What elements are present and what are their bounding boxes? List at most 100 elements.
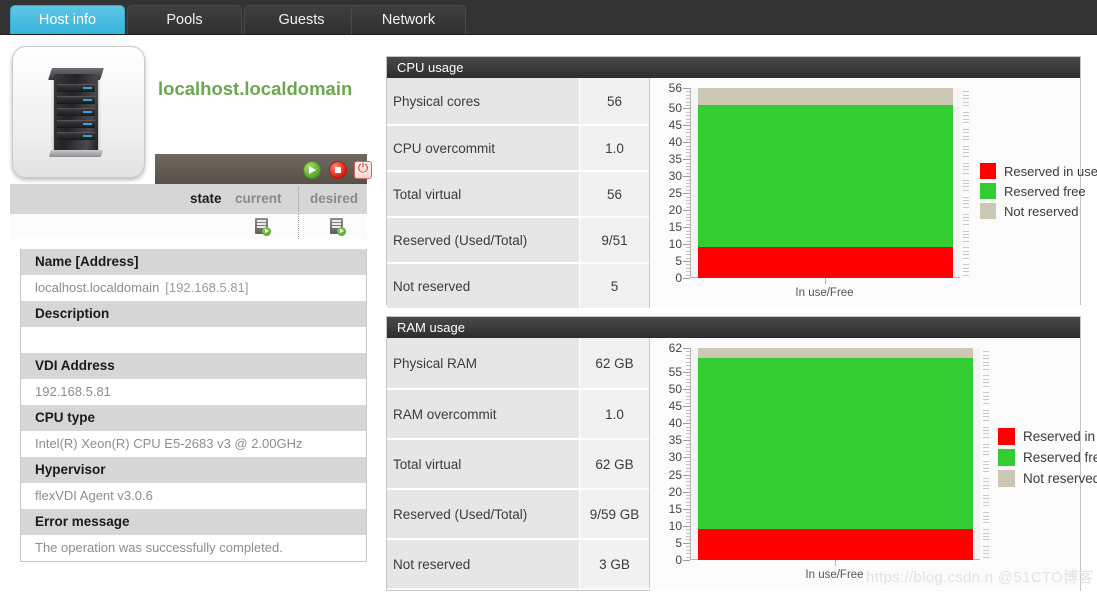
bar-segment-not-reserved bbox=[698, 88, 953, 105]
y-axis-mirror-tick bbox=[983, 481, 989, 483]
y-axis-mirror-tick bbox=[983, 430, 989, 432]
y-axis-tick-label: 35 bbox=[668, 152, 682, 167]
y-axis-minor-tick bbox=[686, 257, 690, 259]
y-axis-mirror-tick bbox=[963, 169, 969, 171]
y-axis-minor-tick bbox=[686, 213, 690, 215]
y-axis-minor-tick bbox=[686, 101, 690, 103]
y-axis-minor-tick bbox=[686, 402, 690, 404]
y-axis-minor-tick bbox=[686, 539, 690, 541]
legend-label: Reserved in use bbox=[1004, 163, 1097, 179]
y-axis-minor-tick bbox=[686, 399, 690, 401]
tab-guests[interactable]: Guests bbox=[244, 5, 359, 34]
y-axis-tick-label: 15 bbox=[668, 220, 682, 235]
y-axis-mirror-tick bbox=[963, 101, 969, 103]
y-axis-minor-tick bbox=[686, 247, 690, 249]
y-axis-mirror-tick bbox=[983, 460, 989, 462]
y-axis-mirror-tick bbox=[963, 138, 969, 140]
y-axis-mirror-tick bbox=[963, 132, 969, 134]
power-host-button[interactable] bbox=[354, 161, 372, 179]
y-axis-tick-label: 55 bbox=[668, 364, 682, 379]
tab-pools[interactable]: Pools bbox=[127, 5, 242, 34]
metric-value: 62 GB bbox=[579, 338, 649, 388]
y-axis-minor-tick bbox=[686, 426, 690, 428]
y-axis-tick bbox=[683, 108, 690, 110]
y-axis-minor-tick bbox=[686, 267, 690, 269]
y-axis-minor-tick bbox=[686, 515, 690, 517]
stop-host-button[interactable] bbox=[329, 161, 347, 179]
x-axis-label: In use/Free bbox=[805, 569, 864, 581]
y-axis-mirror-tick bbox=[983, 450, 989, 452]
y-axis-mirror-tick bbox=[963, 250, 969, 252]
y-axis-mirror-tick bbox=[983, 365, 989, 367]
y-axis-mirror-tick bbox=[963, 118, 969, 120]
y-axis-mirror-tick bbox=[963, 183, 969, 184]
y-axis-mirror-tick bbox=[963, 166, 969, 168]
y-axis-minor-tick bbox=[686, 166, 690, 168]
y-axis-minor-tick bbox=[686, 375, 690, 377]
y-axis-minor-tick bbox=[686, 237, 690, 239]
bar-segment-reserved-in-use bbox=[698, 529, 973, 560]
y-axis-minor-tick bbox=[686, 522, 690, 524]
metric-label: Reserved (Used/Total) bbox=[387, 488, 579, 538]
metric-value: 56 bbox=[579, 170, 649, 216]
y-axis-tick bbox=[683, 244, 690, 246]
start-host-button[interactable] bbox=[303, 161, 321, 179]
y-axis-mirror-tick bbox=[963, 254, 969, 256]
y-axis-minor-tick bbox=[686, 230, 690, 232]
legend-label: Reserved free bbox=[1023, 450, 1097, 465]
y-axis-tick bbox=[683, 176, 690, 178]
y-axis-tick-label: 50 bbox=[668, 101, 682, 116]
y-axis-minor-tick bbox=[686, 556, 690, 558]
plot-area bbox=[690, 88, 960, 278]
legend-swatch bbox=[998, 470, 1015, 487]
y-axis-tick bbox=[683, 406, 690, 408]
legend-label: Not reserved bbox=[1023, 471, 1097, 486]
y-axis-minor-tick bbox=[686, 206, 690, 208]
y-axis-mirror-tick bbox=[983, 515, 989, 517]
y-axis-mirror-tick bbox=[963, 91, 969, 93]
detail-value-cpu-type: Intel(R) Xeon(R) CPU E5-2683 v3 @ 2.00GH… bbox=[21, 431, 366, 457]
y-axis-minor-tick bbox=[686, 91, 690, 93]
legend-item: Reserved free bbox=[998, 449, 1097, 466]
tab-network[interactable]: Network bbox=[351, 5, 466, 34]
metric-value: 1.0 bbox=[579, 388, 649, 438]
bar-segment-reserved-free bbox=[698, 104, 953, 248]
cpu-metrics-table: Physical cores 56 CPU overcommit 1.0 Tot… bbox=[387, 78, 650, 308]
y-axis-minor-tick bbox=[686, 199, 690, 201]
y-axis-tick-label: 30 bbox=[668, 169, 682, 184]
y-axis-mirror-tick bbox=[983, 512, 989, 514]
y-axis-tick bbox=[683, 491, 690, 493]
host-action-bar bbox=[155, 154, 372, 184]
y-axis-mirror-tick bbox=[983, 529, 989, 531]
y-axis-tick bbox=[683, 210, 690, 212]
y-axis-mirror-tick bbox=[983, 556, 989, 558]
desired-state-running-icon[interactable] bbox=[330, 218, 346, 236]
legend-item: Reserved free bbox=[980, 183, 1097, 199]
y-axis-tick-label: 30 bbox=[668, 450, 682, 465]
y-axis-tick-label: 62 bbox=[668, 341, 682, 355]
table-row: Reserved (Used/Total) 9/51 bbox=[387, 216, 649, 262]
y-axis-minor-tick bbox=[686, 436, 690, 438]
y-axis-minor-tick bbox=[686, 430, 690, 432]
y-axis-minor-tick bbox=[686, 549, 690, 551]
metric-label: Physical RAM bbox=[387, 338, 579, 388]
y-axis-mirror-tick bbox=[983, 409, 989, 411]
y-axis-minor-tick bbox=[686, 121, 690, 123]
y-axis-minor-tick bbox=[686, 409, 690, 411]
y-axis-mirror-tick bbox=[963, 111, 969, 113]
tab-host-info[interactable]: Host info bbox=[10, 5, 125, 34]
metric-value: 9/51 bbox=[579, 216, 649, 262]
current-state-running-icon[interactable] bbox=[255, 218, 271, 236]
y-axis-mirror-tick bbox=[963, 196, 969, 198]
table-row: Total virtual 62 GB bbox=[387, 438, 649, 488]
y-axis-tick bbox=[683, 508, 690, 510]
y-axis-mirror-tick bbox=[963, 94, 969, 96]
y-axis-minor-tick bbox=[686, 98, 690, 100]
x-axis-tick bbox=[834, 560, 836, 566]
y-axis-mirror-tick bbox=[983, 505, 989, 507]
y-axis-minor-tick bbox=[686, 104, 690, 106]
y-axis-mirror-tick bbox=[983, 536, 989, 538]
y-axis-minor-tick bbox=[686, 484, 690, 486]
page-title: localhost.localdomain bbox=[158, 78, 353, 99]
ram-metrics-table: Physical RAM 62 GB RAM overcommit 1.0 To… bbox=[387, 338, 650, 588]
